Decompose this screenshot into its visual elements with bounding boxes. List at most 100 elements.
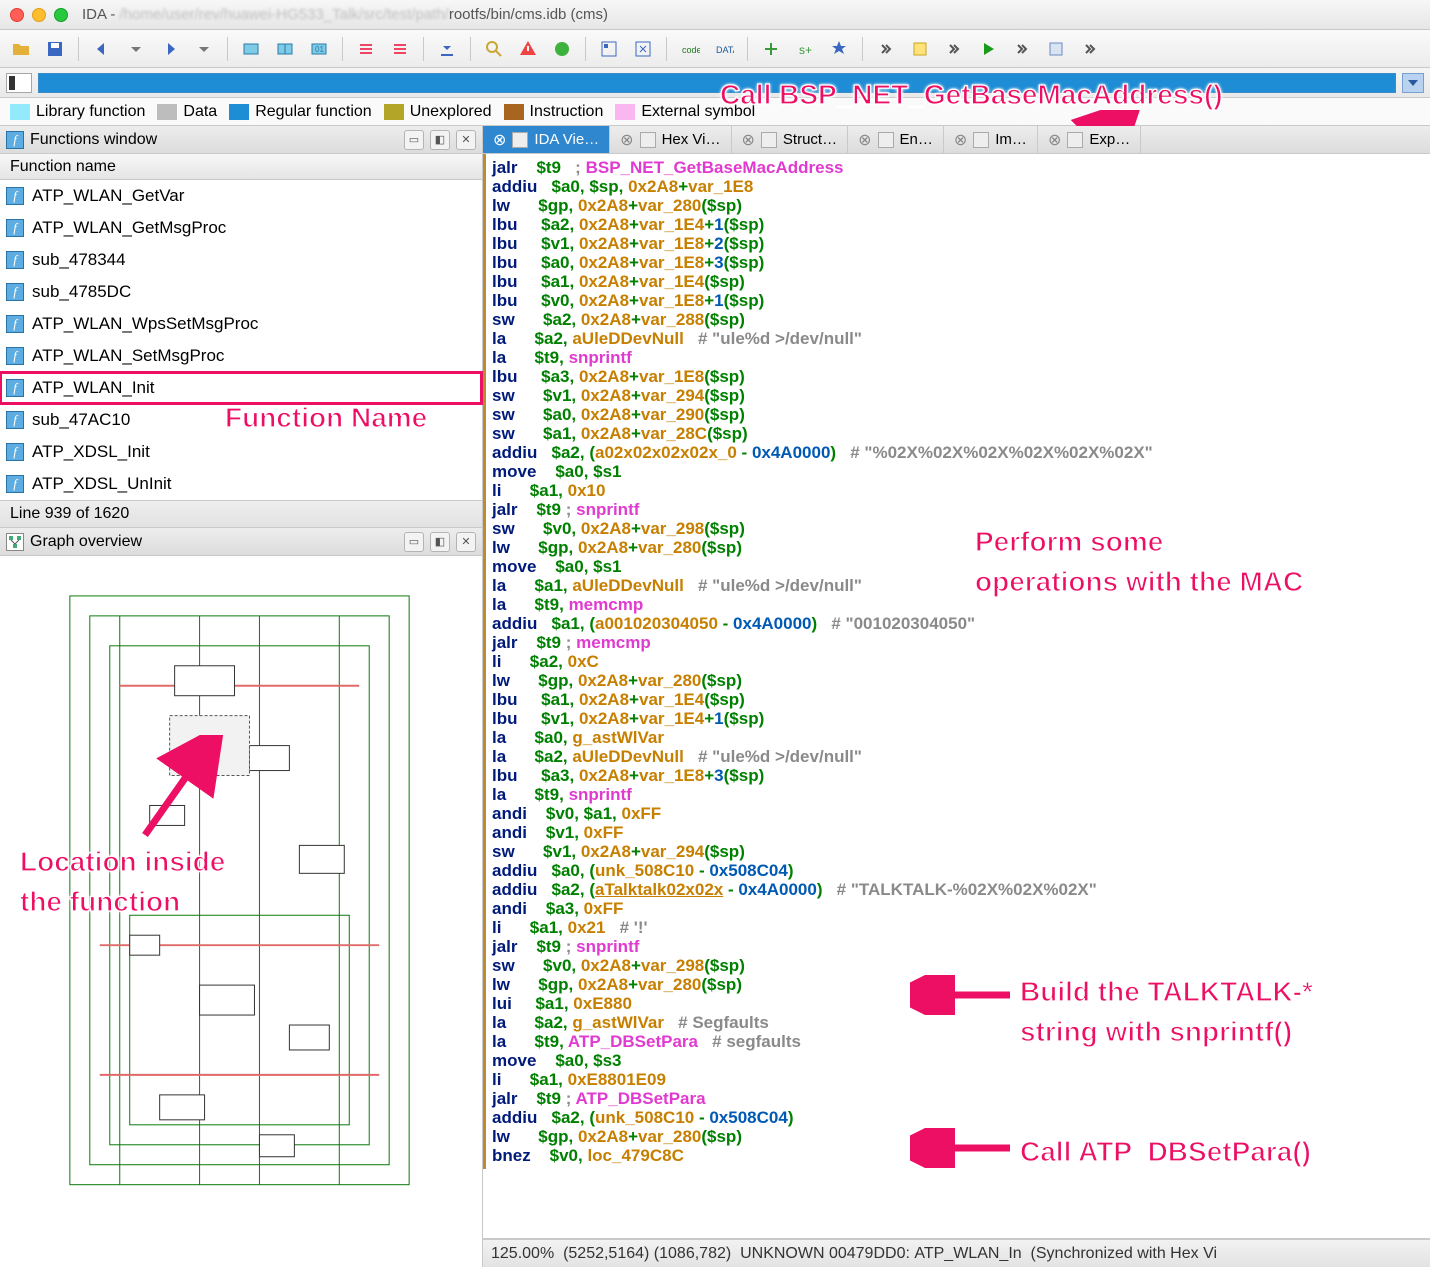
code-line[interactable]: la $t9, memcmp	[492, 595, 1430, 614]
function-row[interactable]: fATP_XDSL_Init	[0, 436, 482, 468]
code-line[interactable]: addiu $a1, (a001020304050 - 0x4A0000) # …	[492, 614, 1430, 633]
code-icon[interactable]: code	[677, 36, 703, 62]
editor-tabs[interactable]: ⊗IDA Vie…⊗Hex Vi…⊗Struct…⊗En…⊗Im…⊗Exp…	[483, 126, 1430, 154]
code-line[interactable]: move $a0, $s3	[492, 1051, 1430, 1070]
tab-close-icon[interactable]: ⊗	[954, 130, 967, 150]
code-line[interactable]: la $t9, snprintf	[492, 785, 1430, 804]
code-line[interactable]: lw $gp, 0x2A8+var_280($sp)	[492, 1127, 1430, 1146]
panel-menu-icon[interactable]: ◧	[430, 130, 450, 150]
function-row[interactable]: fATP_WLAN_Init	[0, 372, 482, 404]
code-line[interactable]: jalr $t9 ; snprintf	[492, 937, 1430, 956]
code-line[interactable]: lw $gp, 0x2A8+var_280($sp)	[492, 975, 1430, 994]
nav-fwd-button[interactable]	[157, 36, 183, 62]
editor-tab[interactable]: ⊗Im…	[944, 126, 1038, 153]
toolbar-btn-a[interactable]	[238, 36, 264, 62]
tab-close-icon[interactable]: ⊗	[858, 130, 871, 150]
code-line[interactable]: jalr $t9 ; BSP_NET_GetBaseMacAddress	[492, 158, 1430, 177]
code-line[interactable]: move $a0, $s1	[492, 557, 1430, 576]
code-line[interactable]: lw $gp, 0x2A8+var_280($sp)	[492, 671, 1430, 690]
code-line[interactable]: lbu $a0, 0x2A8+var_1E8+3($sp)	[492, 253, 1430, 272]
code-line[interactable]: addiu $a0, $sp, 0x2A8+var_1E8	[492, 177, 1430, 196]
function-row[interactable]: fATP_WLAN_GetMsgProc	[0, 212, 482, 244]
functions-panel-header[interactable]: f Functions window ▭ ◧ ✕	[0, 126, 482, 154]
code-line[interactable]: sw $a1, 0x2A8+var_28C($sp)	[492, 424, 1430, 443]
code-line[interactable]: jalr $t9 ; memcmp	[492, 633, 1430, 652]
editor-tab[interactable]: ⊗Hex Vi…	[610, 126, 731, 153]
graph-panel-popout-icon[interactable]: ▭	[404, 532, 424, 552]
code-line[interactable]: sw $v1, 0x2A8+var_294($sp)	[492, 842, 1430, 861]
code-line[interactable]: jalr $t9 ; ATP_DBSetPara	[492, 1089, 1430, 1108]
settings-icon[interactable]	[1043, 36, 1069, 62]
code-line[interactable]: andi $a3, 0xFF	[492, 899, 1430, 918]
download-icon[interactable]	[434, 36, 460, 62]
tab-close-icon[interactable]: ⊗	[493, 130, 506, 150]
code-line[interactable]: la $a2, aUleDDevNull # "ule%d >/dev/null…	[492, 329, 1430, 348]
toolbar-btn-b[interactable]	[272, 36, 298, 62]
code-line[interactable]: la $t9, ATP_DBSetPara # segfaults	[492, 1032, 1430, 1051]
overflow-1-button[interactable]	[873, 36, 899, 62]
star-icon[interactable]	[826, 36, 852, 62]
code-line[interactable]: jalr $t9 ; snprintf	[492, 500, 1430, 519]
panel-popout-icon[interactable]: ▭	[404, 130, 424, 150]
code-line[interactable]: lw $gp, 0x2A8+var_280($sp)	[492, 196, 1430, 215]
code-line[interactable]: la $a1, aUleDDevNull # "ule%d >/dev/null…	[492, 576, 1430, 595]
plus-icon-1[interactable]	[758, 36, 784, 62]
overflow-3-button[interactable]	[1009, 36, 1035, 62]
close-window-icon[interactable]	[10, 8, 24, 22]
open-file-button[interactable]	[8, 36, 34, 62]
code-line[interactable]: addiu $a2, (a02x02x02x02x_0 - 0x4A0000) …	[492, 443, 1430, 462]
plus-icon-2[interactable]: s+	[792, 36, 818, 62]
code-line[interactable]: lbu $v0, 0x2A8+var_1E8+1($sp)	[492, 291, 1430, 310]
function-row[interactable]: fATP_WLAN_WpsSetMsgProc	[0, 308, 482, 340]
nav-dropdown-icon[interactable]	[1402, 73, 1424, 93]
code-line[interactable]: lbu $v1, 0x2A8+var_1E4+1($sp)	[492, 709, 1430, 728]
editor-tab[interactable]: ⊗Struct…	[732, 126, 849, 153]
panel-close-icon[interactable]: ✕	[456, 130, 476, 150]
function-row[interactable]: fATP_XDSL_UnInit	[0, 468, 482, 500]
code-line[interactable]: li $a2, 0xC	[492, 652, 1430, 671]
function-row[interactable]: fsub_4785DC	[0, 276, 482, 308]
code-line[interactable]: andi $v0, $a1, 0xFF	[492, 804, 1430, 823]
code-line[interactable]: bnez $v0, loc_479C8C	[492, 1146, 1430, 1165]
function-row[interactable]: fsub_478344	[0, 244, 482, 276]
layout-icon-1[interactable]	[596, 36, 622, 62]
navigation-band[interactable]	[0, 68, 1430, 98]
code-line[interactable]: li $a1, 0xE8801E09	[492, 1070, 1430, 1089]
code-line[interactable]: sw $v0, 0x2A8+var_298($sp)	[492, 956, 1430, 975]
graph-panel-close-icon[interactable]: ✕	[456, 532, 476, 552]
code-line[interactable]: addiu $a2, (aTalktalk02x02x - 0x4A0000) …	[492, 880, 1430, 899]
code-line[interactable]: addiu $a0, (unk_508C10 - 0x508C04)	[492, 861, 1430, 880]
note-icon[interactable]	[907, 36, 933, 62]
save-button[interactable]	[42, 36, 68, 62]
layout-icon-2[interactable]	[630, 36, 656, 62]
code-line[interactable]: lbu $a3, 0x2A8+var_1E8($sp)	[492, 367, 1430, 386]
code-line[interactable]: sw $a2, 0x2A8+var_288($sp)	[492, 310, 1430, 329]
minimize-window-icon[interactable]	[32, 8, 46, 22]
code-line[interactable]: lbu $v1, 0x2A8+var_1E8+2($sp)	[492, 234, 1430, 253]
play-icon[interactable]	[975, 36, 1001, 62]
tab-close-icon[interactable]: ⊗	[742, 130, 755, 150]
code-line[interactable]: lbu $a1, 0x2A8+var_1E4($sp)	[492, 690, 1430, 709]
code-line[interactable]: li $a1, 0x10	[492, 481, 1430, 500]
window-controls[interactable]	[10, 8, 68, 22]
code-line[interactable]: lbu $a3, 0x2A8+var_1E8+3($sp)	[492, 766, 1430, 785]
tab-close-icon[interactable]: ⊗	[1048, 130, 1061, 150]
toolbar-btn-e[interactable]	[387, 36, 413, 62]
code-line[interactable]: la $a2, aUleDDevNull # "ule%d >/dev/null…	[492, 747, 1430, 766]
code-line[interactable]: andi $v1, 0xFF	[492, 823, 1430, 842]
code-line[interactable]: la $a2, g_astWlVar # Segfaults	[492, 1013, 1430, 1032]
code-line[interactable]: li $a1, 0x21 # '!'	[492, 918, 1430, 937]
code-line[interactable]: sw $v1, 0x2A8+var_294($sp)	[492, 386, 1430, 405]
graph-overview-canvas[interactable]	[0, 556, 482, 1267]
tab-close-icon[interactable]: ⊗	[620, 130, 633, 150]
functions-column-header[interactable]: Function name	[0, 154, 482, 180]
nav-strip[interactable]	[38, 73, 1396, 93]
nav-fwd-menu-button[interactable]	[191, 36, 217, 62]
code-line[interactable]: lw $gp, 0x2A8+var_280($sp)	[492, 538, 1430, 557]
graph-panel-header[interactable]: Graph overview ▭ ◧ ✕	[0, 528, 482, 556]
code-line[interactable]: lbu $a1, 0x2A8+var_1E4($sp)	[492, 272, 1430, 291]
functions-list[interactable]: fATP_WLAN_GetVarfATP_WLAN_GetMsgProcfsub…	[0, 180, 482, 500]
overflow-2-button[interactable]	[941, 36, 967, 62]
nav-back-menu-button[interactable]	[123, 36, 149, 62]
run-icon[interactable]	[549, 36, 575, 62]
